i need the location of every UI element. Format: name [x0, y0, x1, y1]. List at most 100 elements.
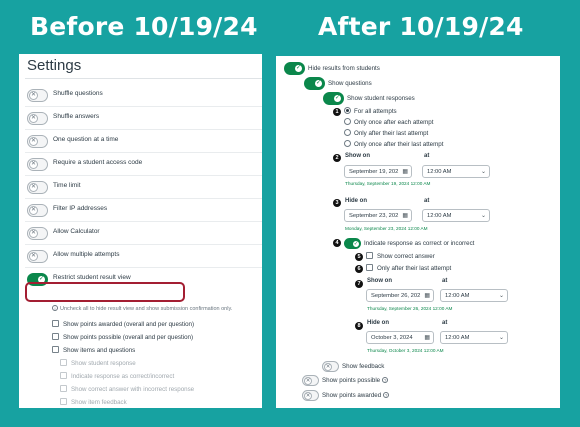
- setting-label: Shuffle answers: [53, 113, 100, 120]
- checkbox-only-after-last[interactable]: Only after their last attempt: [366, 264, 451, 276]
- show-feedback-label: Show feedback: [342, 363, 385, 371]
- toggle-indicate-correct[interactable]: ✓: [344, 238, 361, 249]
- radio[interactable]: [344, 118, 351, 125]
- checkbox-show-student-response[interactable]: Show student response: [60, 359, 136, 368]
- checkbox[interactable]: [52, 346, 59, 353]
- date-value: October 3, 2024: [371, 335, 413, 341]
- info-icon: i: [52, 305, 58, 311]
- radio-once-after-last-attempt[interactable]: Only once after their last attempt: [344, 140, 443, 152]
- correct-hide-on-stamp: Thursday, October 3, 2024 12:00 AM: [367, 348, 444, 353]
- toggle-shuffle-questions[interactable]: ✕: [27, 89, 48, 102]
- show-on-date-input[interactable]: September 19, 202 ▦: [344, 165, 412, 178]
- checkbox-show-points-possible[interactable]: Show points possible (overall and per qu…: [52, 333, 193, 342]
- setting-label: Restrict student result view: [53, 274, 131, 281]
- toggle-show-questions[interactable]: ✓: [304, 77, 325, 90]
- info-icon[interactable]: ?: [383, 392, 390, 399]
- info-icon[interactable]: ?: [382, 377, 389, 384]
- hide-on-date-input[interactable]: September 23, 202 ▦: [344, 209, 412, 222]
- checkbox-label: Show points awarded (overall and per que…: [63, 321, 195, 328]
- checkbox-show-correct-answer[interactable]: Show correct answer: [366, 252, 435, 264]
- toggle-multiple-attempts[interactable]: ✕: [27, 250, 48, 263]
- toggle-show-feedback[interactable]: ✕: [322, 361, 339, 372]
- toggle-calculator[interactable]: ✕: [27, 227, 48, 240]
- toggle-show-points-possible[interactable]: ✕: [302, 375, 319, 386]
- step-badge-4: 4: [333, 239, 341, 247]
- calendar-icon[interactable]: ▦: [424, 334, 430, 341]
- checkbox[interactable]: [60, 398, 67, 405]
- correct-show-on-date-input[interactable]: September 26, 202 ▦: [366, 289, 434, 302]
- step-badge-7: 7: [355, 280, 363, 288]
- show-on-time-select[interactable]: 12:00 AM ⌄: [422, 165, 490, 178]
- time-value: 12:00 AM: [445, 293, 470, 299]
- close-icon: ✕: [304, 377, 312, 385]
- title-after: After 10/19/24: [318, 12, 524, 41]
- hide-on-label: Hide on: [345, 198, 367, 204]
- show-points-possible-label: Show points possible: [322, 377, 381, 385]
- indicate-correct-label: Indicate response as correct or incorrec…: [364, 240, 475, 248]
- checkbox-show-correct-answer[interactable]: Show correct answer with incorrect respo…: [60, 385, 194, 394]
- result-view-hint: i Uncheck all to hide result view and sho…: [52, 305, 232, 312]
- checkbox-indicate-correct[interactable]: Indicate response as correct/incorrect: [60, 372, 174, 381]
- toggle-shuffle-answers[interactable]: ✕: [27, 112, 48, 125]
- toggle-show-responses[interactable]: ✓: [323, 92, 344, 105]
- checkbox-label: Show points possible (overall and per qu…: [63, 334, 194, 341]
- toggle-hide-results[interactable]: ✓: [284, 62, 305, 75]
- checkbox[interactable]: [366, 252, 373, 259]
- chevron-down-icon: ⌄: [480, 213, 486, 219]
- checkbox[interactable]: [60, 385, 67, 392]
- correct-hide-on-time-select[interactable]: 12:00 AM ⌄: [440, 331, 508, 344]
- close-icon: ✕: [29, 160, 38, 169]
- checkbox[interactable]: [52, 333, 59, 340]
- calendar-icon[interactable]: ▦: [402, 168, 408, 175]
- setting-label: Allow Calculator: [53, 228, 100, 235]
- radio-label: Only after their last attempt: [354, 130, 429, 137]
- setting-row-one-question: ✕ One question at a time: [25, 130, 262, 153]
- checkbox-label: Only after their last attempt: [377, 265, 452, 272]
- setting-row-shuffle-answers: ✕ Shuffle answers: [25, 107, 262, 130]
- correct-hide-on-date-input[interactable]: October 3, 2024 ▦: [366, 331, 434, 344]
- radio[interactable]: [344, 140, 351, 147]
- checkbox-show-items[interactable]: Show items and questions: [52, 346, 135, 355]
- calendar-icon[interactable]: ▦: [402, 212, 408, 219]
- hint-text: Uncheck all to hide result view and show…: [60, 306, 233, 312]
- check-icon: ✓: [352, 240, 360, 248]
- show-points-awarded-row: ✕ Show points awarded?: [302, 390, 390, 402]
- checkbox[interactable]: [366, 264, 373, 271]
- show-questions-label: Show questions: [328, 80, 372, 88]
- checkbox-label: Show student response: [71, 360, 136, 367]
- checkbox-label: Show correct answer with incorrect respo…: [71, 386, 195, 393]
- hide-on-time-select[interactable]: 12:00 AM ⌄: [422, 209, 490, 222]
- setting-label: Filter IP addresses: [53, 205, 108, 212]
- toggle-access-code[interactable]: ✕: [27, 158, 48, 171]
- radio[interactable]: [344, 129, 351, 136]
- setting-row-access-code: ✕ Require a student access code: [25, 153, 262, 176]
- toggle-filter-ip[interactable]: ✕: [27, 204, 48, 217]
- indicate-correct-row: ✓ Indicate response as correct or incorre…: [344, 238, 474, 250]
- close-icon: ✕: [29, 91, 38, 100]
- correct-show-on-time-select[interactable]: 12:00 AM ⌄: [440, 289, 508, 302]
- step-badge-5: 5: [355, 253, 363, 261]
- setting-label: Allow multiple attempts: [53, 251, 120, 258]
- setting-row-filter-ip: ✕ Filter IP addresses: [25, 199, 262, 222]
- toggle-show-points-awarded[interactable]: ✕: [302, 390, 319, 401]
- check-icon: ✓: [333, 94, 342, 103]
- toggle-time-limit[interactable]: ✕: [27, 181, 48, 194]
- checkbox-show-points-awarded[interactable]: Show points awarded (overall and per que…: [52, 320, 194, 329]
- check-icon: ✓: [314, 79, 323, 88]
- setting-row-shuffle-questions: ✕ Shuffle questions: [25, 84, 262, 107]
- toggle-one-question[interactable]: ✕: [27, 135, 48, 148]
- close-icon: ✕: [29, 114, 38, 123]
- chevron-down-icon: ⌄: [498, 293, 504, 299]
- checkbox[interactable]: [60, 359, 67, 366]
- at-label: at: [442, 320, 448, 326]
- radio[interactable]: [344, 107, 351, 114]
- checkbox-show-item-feedback[interactable]: Show item feedback: [60, 398, 127, 407]
- hide-on-stamp: Monday, September 23, 2024 12:00 AM: [345, 226, 428, 231]
- time-value: 12:00 AM: [427, 213, 452, 219]
- checkbox[interactable]: [60, 372, 67, 379]
- correct-show-on-stamp: Thursday, September 26, 2024 12:00 AM: [367, 306, 453, 311]
- setting-label: One question at a time: [53, 136, 119, 143]
- calendar-icon[interactable]: ▦: [424, 292, 430, 299]
- checkbox[interactable]: [52, 320, 59, 327]
- at-label: at: [424, 153, 430, 159]
